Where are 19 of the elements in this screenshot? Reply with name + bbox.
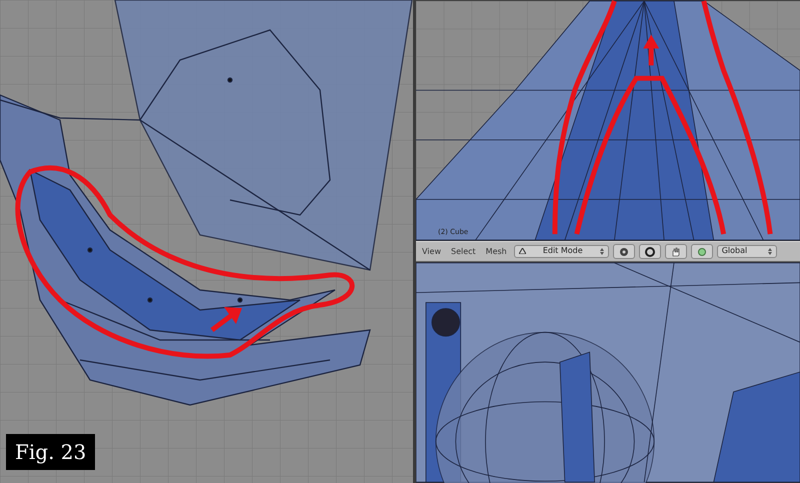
direction-arrow bbox=[643, 34, 660, 66]
dropdown-arrows-icon bbox=[768, 248, 772, 255]
figure-label: Fig. 23 bbox=[6, 434, 96, 470]
direction-arrow bbox=[210, 307, 242, 332]
menu-item[interactable]: View bbox=[419, 248, 444, 256]
sphere-icon bbox=[644, 246, 655, 256]
hand-button[interactable] bbox=[664, 244, 687, 259]
triangle-icon bbox=[518, 248, 526, 254]
rotate-button[interactable] bbox=[690, 244, 713, 259]
mode-dropdown[interactable]: Edit Mode bbox=[514, 245, 609, 258]
shading-button[interactable] bbox=[638, 244, 661, 259]
menu-item[interactable]: Select bbox=[448, 248, 479, 256]
dropdown-arrows-icon bbox=[600, 248, 604, 255]
orientation-dropdown[interactable]: Global bbox=[716, 245, 777, 258]
gear-icon bbox=[618, 246, 629, 256]
hand-icon bbox=[670, 246, 681, 256]
circle-icon bbox=[696, 246, 707, 256]
menu-item[interactable]: Mesh bbox=[482, 248, 510, 256]
pivot-button[interactable] bbox=[612, 244, 635, 259]
